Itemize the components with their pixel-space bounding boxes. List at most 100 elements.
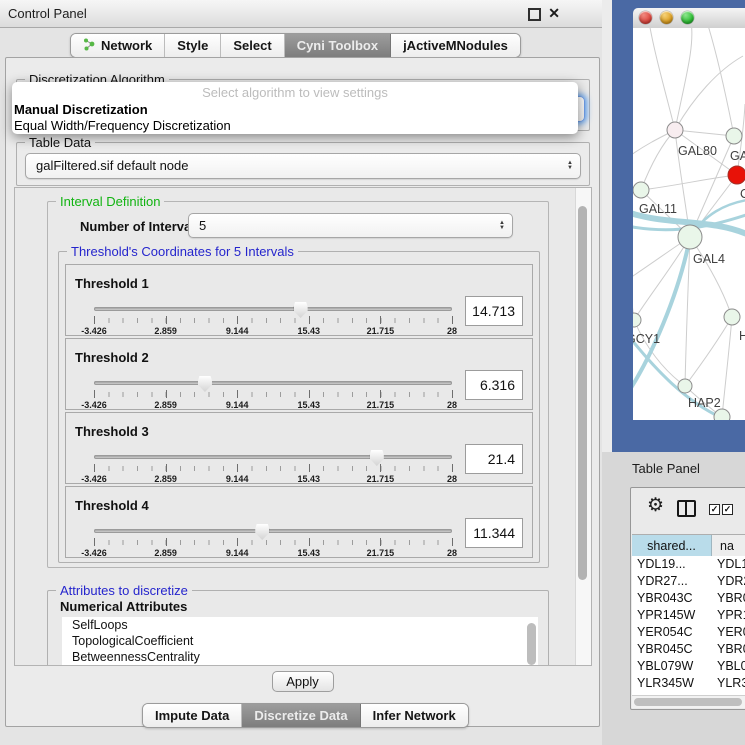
table-row[interactable]: YBL079WYBL0 [632,658,745,675]
scrollbar-thumb[interactable] [578,206,587,580]
table-cell[interactable]: YLR3 [711,675,745,692]
network-edge[interactable] [690,237,732,317]
threshold-slider[interactable]: -3.4262.8599.14415.4321.71528 [94,449,452,485]
network-node-gal80[interactable] [667,122,683,138]
tab-style[interactable]: Style [165,34,221,57]
threshold-value-field[interactable]: 21.4 [465,444,523,474]
network-edge[interactable] [675,130,734,136]
network-node-h[interactable] [724,309,740,325]
gear-icon[interactable]: ⚙ [647,494,664,517]
table-cell[interactable]: YBR0 [711,641,745,658]
zoom-traffic-icon[interactable] [681,11,694,24]
network-edge[interactable] [649,28,675,130]
table-row[interactable]: YBR043CYBR0 [632,590,745,607]
slider-track[interactable] [94,529,452,533]
list-item-selfloops[interactable]: SelfLoops [62,617,538,633]
scrollbar-thumb[interactable] [634,698,742,706]
slider-tick-label: -3.426 [81,548,107,558]
table-cell[interactable]: YDR2 [711,573,745,590]
table-data-combobox[interactable]: galFiltered.sif default node ▲▼ [25,153,581,179]
network-edge[interactable] [641,175,737,190]
tab-select[interactable]: Select [221,34,284,57]
threshold-value-field[interactable]: 11.344 [465,518,523,548]
dropdown-placeholder-item[interactable]: Select algorithm to view settings [12,85,578,102]
table-cell[interactable]: YBR0 [711,590,745,607]
table-panel-area: Table Panel ⚙ ✓ ✓ shared... na YDL19...Y… [602,452,745,745]
dropdown-option-equal-width-frequency-discretization[interactable]: Equal Width/Frequency Discretization [12,118,578,134]
network-node-gal4[interactable] [678,225,702,249]
table-cell[interactable]: YBR043C [632,590,711,607]
slider-track[interactable] [94,455,452,459]
tab-infer-network[interactable]: Infer Network [361,704,468,727]
threshold-slider[interactable]: -3.4262.8599.14415.4321.71528 [94,301,452,337]
tab-network[interactable]: Network [71,34,165,57]
table-cell[interactable]: YBR045C [632,641,711,658]
network-node-hap2[interactable] [678,379,692,393]
table-row[interactable]: YBR045CYBR0 [632,641,745,658]
table-row[interactable]: YER054CYER0 [632,624,745,641]
close-traffic-icon[interactable] [639,11,652,24]
network-edge-highlighted[interactable] [633,237,690,394]
tab-discretize-data[interactable]: Discretize Data [242,704,360,727]
network-edge[interactable] [722,317,732,417]
float-window-icon[interactable] [528,8,541,21]
list-item-topologicalcoefficient[interactable]: TopologicalCoefficient [62,633,538,649]
network-node[interactable] [714,409,730,420]
checkbox-checked-icon[interactable]: ✓ [709,504,720,515]
tab-impute-data[interactable]: Impute Data [143,704,242,727]
list-scrollbar[interactable] [527,623,536,665]
network-edge[interactable] [675,56,743,130]
slider-thumb[interactable] [255,524,269,540]
checkbox-checked-icon[interactable]: ✓ [722,504,733,515]
network-node-gcy1[interactable] [633,313,641,327]
network-edge[interactable] [633,254,634,320]
split-columns-icon[interactable] [677,500,696,517]
threshold-value-field[interactable]: 14.713 [465,296,523,326]
slider-thumb[interactable] [294,302,308,318]
threshold-slider[interactable]: -3.4262.8599.14415.4321.71528 [94,375,452,411]
attributes-group-title: Attributes to discretize [56,583,192,598]
slider-track[interactable] [94,381,452,385]
table-cell[interactable]: YDL1 [711,556,745,573]
close-icon[interactable]: ✕ [548,5,560,22]
network-node-gal11[interactable] [633,182,649,198]
table-cell[interactable]: YER0 [711,624,745,641]
slider-thumb[interactable] [198,376,212,392]
tab-cyni-toolbox[interactable]: Cyni Toolbox [285,34,391,57]
network-node-ga[interactable] [726,128,742,144]
slider-major-tick [380,464,381,472]
table-cell[interactable]: YDR27... [632,573,711,590]
horizontal-scrollbar[interactable] [632,695,745,708]
table-cell[interactable]: YDL19... [632,556,711,573]
table-cell[interactable]: YBL0 [711,658,745,675]
network-edge[interactable] [675,28,692,130]
network-canvas[interactable]: GAL80GACGAL11GAL4GCY1HHAP2 [633,28,745,420]
table-cell[interactable]: YER054C [632,624,711,641]
table-cell[interactable]: YPR145W [632,607,711,624]
threshold-value-field[interactable]: 6.316 [465,370,523,400]
column-header-shared-name[interactable]: shared... [632,535,712,557]
network-node-c[interactable] [728,166,745,184]
numerical-attributes-list[interactable]: SelfLoopsTopologicalCoefficientBetweenne… [62,617,538,666]
tab-label: Select [233,38,271,53]
table-row[interactable]: YLR345WYLR3 [632,675,745,692]
table-cell[interactable]: YPR1 [711,607,745,624]
network-edge[interactable] [685,317,732,386]
table-row[interactable]: YDL19...YDL1 [632,556,745,573]
threshold-slider[interactable]: -3.4262.8599.14415.4321.71528 [94,523,452,559]
table-cell[interactable]: YLR345W [632,675,711,692]
slider-thumb[interactable] [370,450,384,466]
threshold-panel: Threshold 3-3.4262.8599.14415.4321.71528… [65,412,533,484]
minimize-traffic-icon[interactable] [660,11,673,24]
table-row[interactable]: YDR27...YDR2 [632,573,745,590]
tab-jactivemnodules[interactable]: jActiveMNodules [391,34,520,57]
number-of-intervals-combobox[interactable]: 5 ▲▼ [188,213,513,238]
apply-button[interactable]: Apply [272,671,334,692]
table-cell[interactable]: YBL079W [632,658,711,675]
slider-track[interactable] [94,307,452,311]
vertical-scrollbar[interactable] [575,188,591,665]
dropdown-option-manual-discretization[interactable]: Manual Discretization [12,102,578,118]
list-item-betweennesscentrality[interactable]: BetweennessCentrality [62,649,538,665]
table-row[interactable]: YPR145WYPR1 [632,607,745,624]
column-header-name[interactable]: na [712,535,745,557]
